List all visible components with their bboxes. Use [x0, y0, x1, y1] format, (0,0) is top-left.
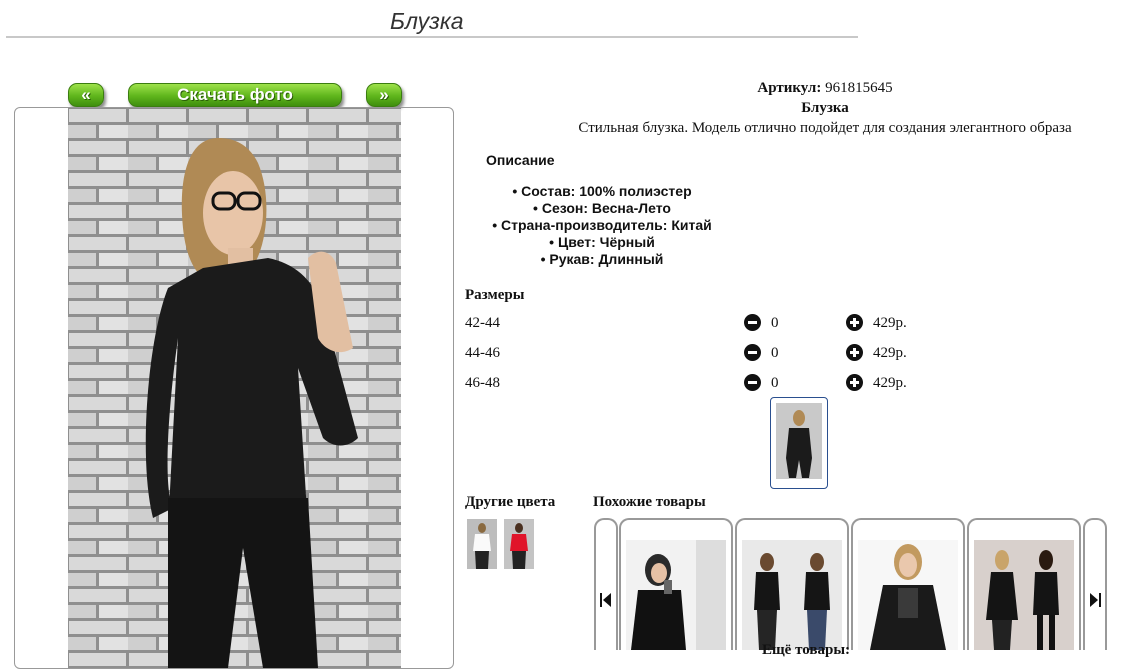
carousel-prev-button[interactable] — [594, 518, 618, 650]
product-name: Блузка — [801, 100, 849, 116]
feature-item: Цвет: Чёрный — [486, 234, 718, 251]
prev-photo-button[interactable]: « — [68, 83, 104, 107]
title-divider — [6, 36, 858, 38]
main-photo-frame — [14, 107, 454, 669]
size-row: 44-46 0 429р. — [465, 342, 925, 366]
feature-list: Состав: 100% полиэстер Сезон: Весна-Лето… — [486, 183, 718, 268]
similar-product-card[interactable] — [967, 518, 1081, 650]
thumbnail-image — [776, 403, 822, 479]
sku-label: Артикул: — [757, 80, 822, 96]
skip-back-icon — [600, 593, 611, 607]
size-price: 429р. — [873, 375, 907, 391]
skip-forward-icon — [1090, 593, 1101, 607]
other-color-thumbnail[interactable] — [467, 519, 497, 569]
main-product-photo[interactable] — [68, 108, 401, 668]
plus-circle-icon[interactable] — [846, 344, 863, 361]
similar-product-card[interactable] — [735, 518, 849, 650]
feature-item: Страна-производитель: Китай — [486, 217, 718, 234]
minus-circle-icon[interactable] — [744, 344, 761, 361]
feature-item: Рукав: Длинный — [486, 251, 718, 268]
size-row: 46-48 0 429р. — [465, 372, 925, 396]
similar-products-heading: Похожие товары — [593, 494, 706, 510]
carousel-next-button[interactable] — [1083, 518, 1107, 650]
similar-product-card[interactable] — [851, 518, 965, 650]
size-price: 429р. — [873, 315, 907, 331]
plus-circle-icon[interactable] — [846, 374, 863, 391]
minus-circle-icon[interactable] — [744, 314, 761, 331]
similar-product-image — [742, 540, 842, 650]
size-label: 46-48 — [465, 375, 500, 391]
red-blouse-image — [504, 519, 534, 569]
minus-circle-icon[interactable] — [744, 374, 761, 391]
plus-circle-icon[interactable] — [846, 314, 863, 331]
similar-product-image — [974, 540, 1074, 650]
other-colors-heading: Другие цвета — [465, 494, 556, 510]
size-label: 44-46 — [465, 345, 500, 361]
page-title: Блузка — [390, 8, 464, 34]
more-products-label: Ещё товары: — [762, 642, 851, 658]
description-heading: Описание — [486, 152, 555, 168]
sku-line: Артикул: 961815645 — [465, 80, 1126, 97]
size-price: 429р. — [873, 345, 907, 361]
similar-product-image — [858, 540, 958, 650]
other-color-thumbnail[interactable] — [504, 519, 534, 569]
size-label: 42-44 — [465, 315, 500, 331]
size-quantity: 0 — [771, 375, 779, 391]
feature-item: Состав: 100% полиэстер — [486, 183, 718, 200]
download-photo-button[interactable]: Скачать фото — [128, 83, 342, 107]
size-row: 42-44 0 429р. — [465, 312, 925, 336]
white-blouse-image — [467, 519, 497, 569]
similar-product-image — [626, 540, 726, 650]
sizes-heading: Размеры — [465, 287, 525, 303]
next-photo-button[interactable]: » — [366, 83, 402, 107]
size-quantity: 0 — [771, 315, 779, 331]
feature-item: Сезон: Весна-Лето — [486, 200, 718, 217]
product-tagline: Стильная блузка. Модель отлично подойдет… — [578, 120, 1072, 136]
selected-photo-thumbnail[interactable] — [770, 397, 828, 489]
sku-value: 961815645 — [825, 80, 893, 96]
similar-product-card[interactable] — [619, 518, 733, 650]
size-quantity: 0 — [771, 345, 779, 361]
